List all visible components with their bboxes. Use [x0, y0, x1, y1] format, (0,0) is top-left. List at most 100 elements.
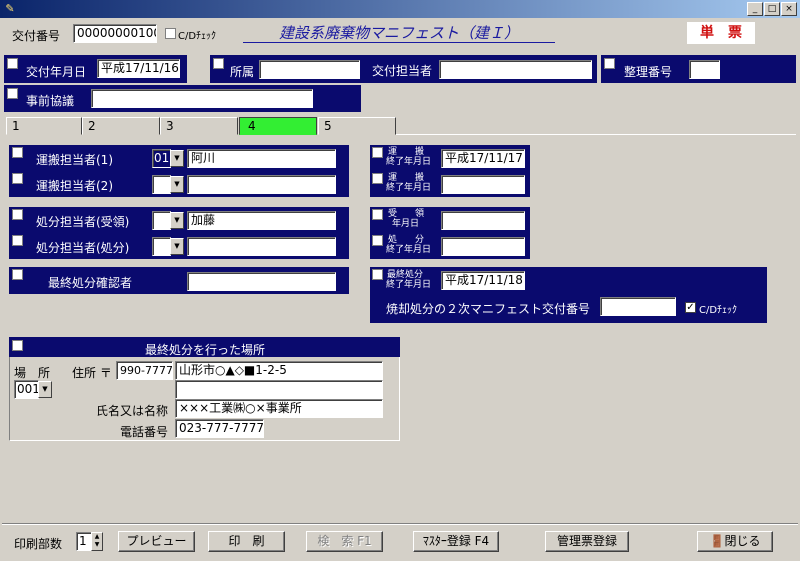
affiliation-field[interactable]	[259, 60, 360, 79]
copies-field[interactable]: 1	[76, 532, 92, 551]
preview-button[interactable]: プレビュー	[118, 531, 195, 552]
copies-label: 印刷部数	[14, 537, 63, 551]
door-exit-icon: 🚪	[709, 534, 725, 548]
transport-person2-dropdown[interactable]: ▼	[170, 176, 184, 193]
check-icon: ✓	[686, 302, 695, 313]
address2-field[interactable]	[175, 380, 383, 399]
final-confirmer-label: 最終処分確認者	[48, 276, 133, 290]
receive-date-field[interactable]	[441, 211, 525, 230]
transport-end-date1-field[interactable]: 平成17/11/17	[441, 149, 525, 168]
issuer-field[interactable]	[439, 60, 592, 79]
transport-end-date2-label-bottom: 終了年月日	[386, 183, 432, 193]
process-end-date-checkbox[interactable]	[372, 235, 383, 246]
phone-field[interactable]: 023-777-7777	[175, 419, 264, 438]
transport-person2-name[interactable]	[187, 175, 336, 194]
secondary-no-label: 焼却処分の２次マニフェスト交付番号	[386, 302, 591, 316]
issue-no-cd-checkbox[interactable]	[165, 28, 176, 39]
copies-stepper[interactable]: ▲ ▼	[91, 532, 103, 551]
tab-1[interactable]: 1	[6, 117, 82, 135]
transport-end-date2-checkbox[interactable]	[372, 173, 383, 184]
stepper-down-icon[interactable]: ▼	[92, 541, 102, 549]
tab-strip-line	[396, 134, 796, 135]
footer-divider-highlight	[2, 524, 798, 525]
phone-label: 電話番号	[120, 425, 169, 439]
window-titlebar[interactable]	[0, 0, 800, 18]
prior-consult-label: 事前協議	[26, 94, 75, 108]
prior-consult-field[interactable]	[91, 89, 313, 108]
process-end-date-field[interactable]	[441, 237, 525, 256]
place-name-label: 氏名又は名称	[96, 404, 169, 418]
address1-field[interactable]: 山形市○▲◇■1-2-5	[175, 361, 383, 380]
transport-person2-code[interactable]	[152, 175, 171, 194]
stepper-up-icon[interactable]: ▲	[92, 533, 102, 541]
secondary-no-field[interactable]	[600, 297, 676, 316]
disposal-receive-checkbox[interactable]	[12, 209, 23, 220]
place-name-field[interactable]: ×××工業㈱○×事業所	[175, 399, 383, 418]
issue-date-checkbox[interactable]	[7, 58, 18, 69]
place-checkbox[interactable]	[12, 340, 23, 351]
issue-no-label: 交付番号	[12, 29, 61, 43]
issue-date-field[interactable]: 平成17/11/16	[97, 59, 180, 78]
tab-4[interactable]: 4	[239, 117, 317, 135]
transport-end-date1-checkbox[interactable]	[372, 147, 383, 158]
pen-icon: ✎	[5, 2, 15, 15]
single-slip-badge: 単 票	[687, 22, 755, 44]
place-code-field[interactable]: 001	[14, 380, 39, 399]
secondary-cd-checkbox[interactable]: ✓	[685, 302, 696, 313]
disposal-receive-label: 処分担当者(受領)	[36, 215, 130, 229]
chevron-down-icon: ▼	[174, 154, 180, 162]
transport-person2-checkbox[interactable]	[12, 173, 23, 184]
final-date-checkbox[interactable]	[372, 269, 383, 280]
issue-no-cd-label: C/Dﾁｪｯｸ	[178, 31, 217, 42]
final-confirmer-field[interactable]	[187, 272, 336, 291]
close-button-label: 閉じる	[724, 534, 761, 548]
close-button[interactable]: 🚪閉じる	[697, 531, 773, 552]
chevron-down-icon: ▼	[174, 242, 180, 250]
disposal-process-label: 処分担当者(処分)	[36, 241, 130, 255]
place-section-title: 最終処分を行った場所	[145, 343, 266, 357]
ref-no-field[interactable]	[689, 60, 720, 79]
disposal-process-code[interactable]	[152, 237, 171, 256]
ref-no-checkbox[interactable]	[604, 58, 615, 69]
secondary-cd-label: C/Dﾁｪｯｸ	[699, 305, 738, 316]
receive-date-checkbox[interactable]	[372, 209, 383, 220]
tab-3[interactable]: 3	[160, 117, 238, 135]
transport-person1-name[interactable]: 阿川	[187, 149, 336, 168]
master-register-button[interactable]: ﾏｽﾀｰ登録 F4	[413, 531, 499, 552]
minimize-button[interactable]: _	[747, 2, 763, 16]
receive-date-label-bottom: 年月日	[392, 219, 420, 229]
disposal-receive-code[interactable]	[152, 211, 171, 230]
tab-5[interactable]: 5	[318, 117, 396, 135]
affiliation-label: 所属	[230, 65, 255, 79]
transport-end-date2-field[interactable]	[441, 175, 525, 194]
ref-no-label: 整理番号	[624, 65, 673, 79]
disposal-receive-dropdown[interactable]: ▼	[170, 212, 184, 229]
tab-2[interactable]: 2	[82, 117, 160, 135]
issue-no-field[interactable]: 00000000100	[73, 24, 157, 43]
transport-person1-dropdown[interactable]: ▼	[170, 150, 184, 167]
issuer-label: 交付担当者	[372, 64, 433, 78]
chevron-down-icon: ▼	[174, 180, 180, 188]
manage-register-button[interactable]: 管理票登録	[545, 531, 629, 552]
transport-person1-checkbox[interactable]	[12, 147, 23, 158]
transport-person1-code[interactable]: 01	[152, 149, 171, 168]
maximize-button[interactable]: □	[764, 2, 780, 16]
affiliation-checkbox[interactable]	[213, 58, 224, 69]
search-button[interactable]: 検 索 F1	[306, 531, 383, 552]
print-button[interactable]: 印 刷	[208, 531, 285, 552]
place-label: 場 所	[14, 366, 51, 380]
disposal-receive-name[interactable]: 加藤	[187, 211, 336, 230]
chevron-down-icon: ▼	[42, 385, 48, 393]
final-confirmer-checkbox[interactable]	[12, 269, 23, 280]
transport-person2-label: 運搬担当者(2)	[36, 179, 113, 193]
place-code-dropdown[interactable]: ▼	[38, 381, 52, 398]
prior-consult-checkbox[interactable]	[7, 88, 18, 99]
final-date-field[interactable]: 平成17/11/18	[441, 271, 525, 290]
disposal-process-dropdown[interactable]: ▼	[170, 238, 184, 255]
disposal-process-name[interactable]	[187, 237, 336, 256]
zip-field[interactable]: 990-7777	[116, 361, 173, 380]
transport-end-date1-label-bottom: 終了年月日	[386, 157, 432, 167]
disposal-process-checkbox[interactable]	[12, 235, 23, 246]
form-title: 建設系廃棄物マニフェスト（建Ｉ）	[243, 24, 555, 43]
close-window-button[interactable]: ×	[781, 2, 797, 16]
